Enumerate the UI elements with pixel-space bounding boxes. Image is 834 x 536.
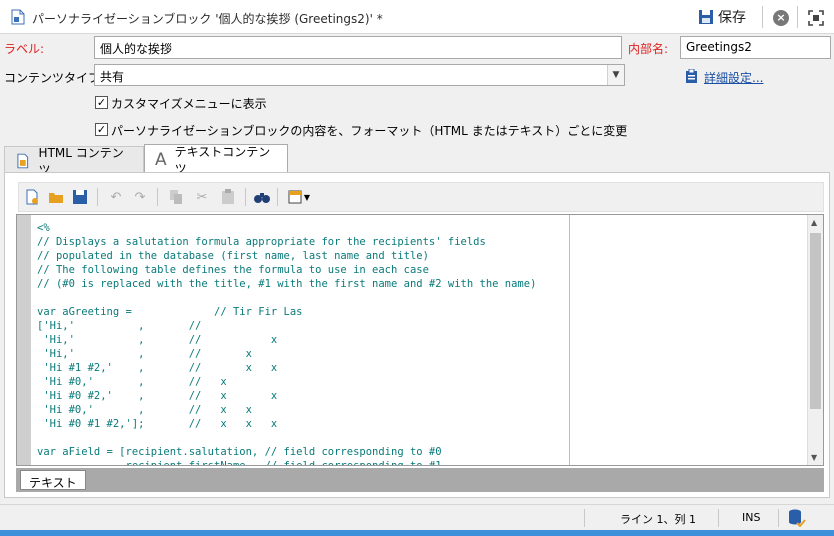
bottom-tab-text[interactable]: テキスト <box>20 470 86 490</box>
undo-icon[interactable]: ↶ <box>107 188 125 206</box>
content-type-caption: コンテンツタイプ: <box>4 71 105 85</box>
editor-toolbar: ↶ ↷ ✂ ▼ <box>18 182 824 212</box>
close-icon[interactable]: × <box>773 10 789 26</box>
accent-bar <box>0 530 834 536</box>
redo-icon[interactable]: ↷ <box>131 188 149 206</box>
open-folder-icon[interactable] <box>47 188 65 206</box>
scrollbar-thumb[interactable] <box>810 233 821 409</box>
html-doc-icon <box>17 153 29 168</box>
paste-icon[interactable] <box>219 188 237 206</box>
content-type-select[interactable]: 共有 ▼ <box>94 64 625 86</box>
scroll-up-icon[interactable]: ▲ <box>811 218 817 227</box>
divider <box>762 6 763 28</box>
title-bar: パーソナライゼーションブロック '個人的な挨拶 (Greetings2)' * … <box>0 0 834 34</box>
internal-name-input[interactable]: Greetings2 <box>680 36 831 59</box>
divider <box>584 509 585 527</box>
tab-html-content[interactable]: HTML コンテンツ <box>4 146 144 177</box>
save-label: 保存 <box>718 10 746 26</box>
copy-icon[interactable] <box>167 188 185 206</box>
find-binoculars-icon[interactable] <box>253 188 271 206</box>
divider <box>277 188 278 206</box>
divider <box>718 509 719 527</box>
format-change-label: パーソナライゼーションブロックの内容を、フォーマット（HTML またはテキスト）… <box>111 124 628 138</box>
divider <box>797 6 798 28</box>
maximize-icon[interactable] <box>808 10 824 26</box>
editor-gutter <box>17 215 31 465</box>
text-a-icon: A <box>155 149 167 170</box>
vertical-scrollbar[interactable]: ▲ ▼ <box>807 215 823 465</box>
divider <box>157 188 158 206</box>
label-caption: ラベル: <box>4 42 45 56</box>
window-title: パーソナライゼーションブロック '個人的な挨拶 (Greetings2)' * <box>32 12 383 26</box>
save-disk-icon[interactable] <box>71 188 89 206</box>
cursor-position: ライン 1、列 1 <box>620 513 696 526</box>
cut-icon[interactable]: ✂ <box>193 188 211 206</box>
customize-menu-label: カスタマイズメニューに表示 <box>111 97 267 111</box>
content-type-value: 共有 <box>100 70 125 84</box>
database-icon[interactable] <box>788 509 806 527</box>
internal-name-caption: 内部名: <box>628 42 669 56</box>
insert-mode: INS <box>742 511 761 524</box>
code-editor[interactable]: <% // Displays a salutation formula appr… <box>16 214 824 466</box>
divider <box>97 188 98 206</box>
tab-text-content[interactable]: A テキストコンテンツ <box>144 144 288 176</box>
chevron-down-icon: ▼ <box>607 65 624 85</box>
divider <box>245 188 246 206</box>
divider <box>778 509 779 527</box>
customize-menu-checkbox[interactable]: ✓ <box>95 96 108 109</box>
format-change-checkbox[interactable]: ✓ <box>95 123 108 136</box>
advanced-settings-link[interactable]: 詳細設定... <box>704 69 763 86</box>
new-icon[interactable] <box>23 188 41 206</box>
insert-menu-icon[interactable]: ▼ <box>285 188 313 206</box>
save-button[interactable]: 保存 <box>698 6 746 28</box>
scroll-down-icon[interactable]: ▼ <box>811 453 817 462</box>
code-text[interactable]: <% // Displays a salutation formula appr… <box>37 221 536 465</box>
bottom-tab-bar: テキスト <box>16 468 824 492</box>
save-disk-icon <box>699 10 713 24</box>
print-margin-line <box>569 215 570 465</box>
document-code-icon <box>11 9 25 25</box>
chevron-down-icon: ▼ <box>303 192 311 202</box>
clipboard-icon <box>686 69 697 83</box>
status-bar: ライン 1、列 1 INS <box>0 504 834 530</box>
label-input[interactable]: 個人的な挨拶 <box>94 36 622 59</box>
